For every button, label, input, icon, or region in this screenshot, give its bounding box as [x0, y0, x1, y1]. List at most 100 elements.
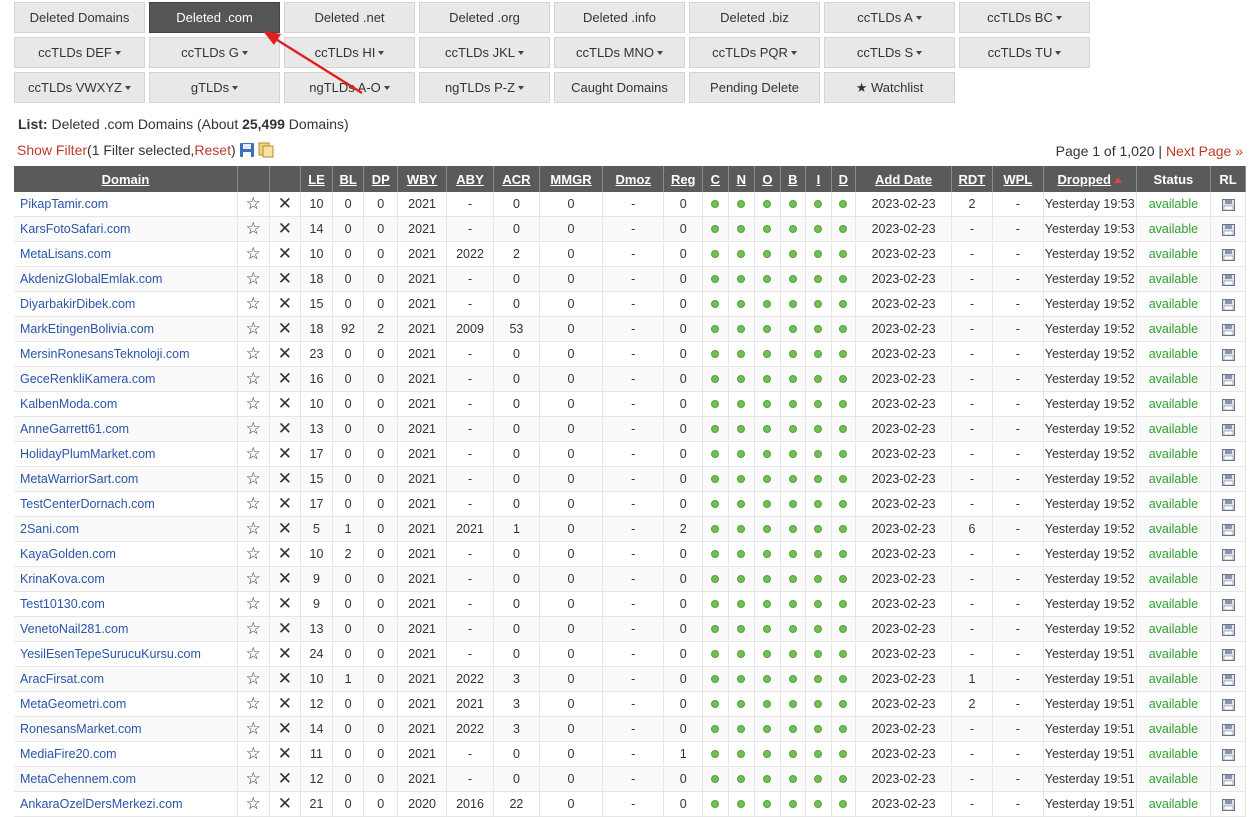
- star-outline-icon[interactable]: ☆: [246, 319, 261, 338]
- close-icon[interactable]: ✕: [278, 744, 292, 763]
- star-outline-icon[interactable]: ☆: [246, 419, 261, 438]
- floppy-icon[interactable]: [1221, 248, 1235, 261]
- close-icon[interactable]: ✕: [278, 444, 292, 463]
- tab-cctlds-def[interactable]: ccTLDs DEF: [14, 37, 145, 68]
- reset-filter-link[interactable]: Reset: [194, 142, 231, 158]
- floppy-icon[interactable]: [1221, 423, 1235, 436]
- domain-link[interactable]: HolidayPlumMarket.com: [14, 441, 238, 467]
- tab-deleted-com[interactable]: Deleted .com: [149, 2, 280, 33]
- floppy-icon[interactable]: [1221, 398, 1235, 411]
- floppy-icon[interactable]: [1221, 798, 1235, 811]
- floppy-icon[interactable]: [1221, 298, 1235, 311]
- tab-cctlds-mno[interactable]: ccTLDs MNO: [554, 37, 685, 68]
- floppy-icon[interactable]: [1221, 198, 1235, 211]
- domain-link[interactable]: KayaGolden.com: [14, 541, 238, 567]
- floppy-icon[interactable]: [1221, 623, 1235, 636]
- domain-link[interactable]: PikapTamir.com: [14, 192, 238, 217]
- floppy-icon[interactable]: [1221, 223, 1235, 236]
- star-outline-icon[interactable]: ☆: [246, 269, 261, 288]
- tab-deleted-net[interactable]: Deleted .net: [284, 2, 415, 33]
- domain-link[interactable]: AnkaraOzelDersMerkezi.com: [14, 791, 238, 817]
- star-outline-icon[interactable]: ☆: [246, 644, 261, 663]
- domain-link[interactable]: TestCenterDornach.com: [14, 491, 238, 517]
- col-header-le[interactable]: LE: [300, 166, 333, 192]
- tab-deleted-org[interactable]: Deleted .org: [419, 2, 550, 33]
- star-outline-icon[interactable]: ☆: [246, 369, 261, 388]
- tab-caught-domains[interactable]: Caught Domains: [554, 72, 685, 103]
- close-icon[interactable]: ✕: [278, 544, 292, 563]
- floppy-icon[interactable]: [1221, 648, 1235, 661]
- domain-link[interactable]: GeceRenkliKamera.com: [14, 366, 238, 392]
- close-icon[interactable]: ✕: [278, 294, 292, 313]
- save-icon[interactable]: [239, 142, 255, 158]
- close-icon[interactable]: ✕: [278, 319, 292, 338]
- floppy-icon[interactable]: [1221, 448, 1235, 461]
- close-icon[interactable]: ✕: [278, 669, 292, 688]
- tab-cctlds-vwxyz[interactable]: ccTLDs VWXYZ: [14, 72, 145, 103]
- floppy-icon[interactable]: [1221, 673, 1235, 686]
- domain-link[interactable]: MetaWarriorSart.com: [14, 466, 238, 492]
- tab-cctlds-s[interactable]: ccTLDs S: [824, 37, 955, 68]
- star-outline-icon[interactable]: ☆: [246, 694, 261, 713]
- domain-link[interactable]: AnneGarrett61.com: [14, 416, 238, 442]
- floppy-icon[interactable]: [1221, 748, 1235, 761]
- tab-cctlds-a[interactable]: ccTLDs A: [824, 2, 955, 33]
- star-outline-icon[interactable]: ☆: [246, 719, 261, 738]
- star-outline-icon[interactable]: ☆: [246, 344, 261, 363]
- close-icon[interactable]: ✕: [278, 519, 292, 538]
- tab-gtlds[interactable]: gTLDs: [149, 72, 280, 103]
- star-outline-icon[interactable]: ☆: [246, 569, 261, 588]
- floppy-icon[interactable]: [1221, 573, 1235, 586]
- floppy-icon[interactable]: [1221, 273, 1235, 286]
- tab-ngtlds-p-z[interactable]: ngTLDs P-Z: [419, 72, 550, 103]
- star-outline-icon[interactable]: ☆: [246, 594, 261, 613]
- close-icon[interactable]: ✕: [278, 619, 292, 638]
- col-header-o[interactable]: O: [754, 166, 781, 192]
- col-header-domain[interactable]: Domain: [14, 166, 238, 192]
- col-header-wby[interactable]: WBY: [397, 166, 448, 192]
- col-header-rdt[interactable]: RDT: [951, 166, 993, 192]
- close-icon[interactable]: ✕: [278, 469, 292, 488]
- floppy-icon[interactable]: [1221, 498, 1235, 511]
- tab-deleted-biz[interactable]: Deleted .biz: [689, 2, 820, 33]
- floppy-icon[interactable]: [1221, 548, 1235, 561]
- col-header-c[interactable]: C: [702, 166, 729, 192]
- close-icon[interactable]: ✕: [278, 769, 292, 788]
- floppy-icon[interactable]: [1221, 773, 1235, 786]
- tab-pending-delete[interactable]: Pending Delete: [689, 72, 820, 103]
- domain-link[interactable]: RonesansMarket.com: [14, 716, 238, 742]
- tab-cctlds-g[interactable]: ccTLDs G: [149, 37, 280, 68]
- close-icon[interactable]: ✕: [278, 494, 292, 513]
- domain-link[interactable]: MetaLisans.com: [14, 241, 238, 267]
- col-header-acr[interactable]: ACR: [493, 166, 540, 192]
- copy-icon[interactable]: [258, 142, 274, 158]
- domain-link[interactable]: AracFirsat.com: [14, 666, 238, 692]
- close-icon[interactable]: ✕: [278, 569, 292, 588]
- floppy-icon[interactable]: [1221, 723, 1235, 736]
- close-icon[interactable]: ✕: [278, 244, 292, 263]
- star-outline-icon[interactable]: ☆: [246, 519, 261, 538]
- star-outline-icon[interactable]: ☆: [246, 744, 261, 763]
- close-icon[interactable]: ✕: [278, 269, 292, 288]
- floppy-icon[interactable]: [1221, 598, 1235, 611]
- domain-link[interactable]: MersinRonesansTeknoloji.com: [14, 341, 238, 367]
- col-header-reg[interactable]: Reg: [663, 166, 704, 192]
- floppy-icon[interactable]: [1221, 473, 1235, 486]
- floppy-icon[interactable]: [1221, 698, 1235, 711]
- domain-link[interactable]: MediaFire20.com: [14, 741, 238, 767]
- col-header-i[interactable]: I: [805, 166, 832, 192]
- col-header-dropped[interactable]: Dropped: [1043, 166, 1137, 192]
- domain-link[interactable]: VenetoNail281.com: [14, 616, 238, 642]
- star-outline-icon[interactable]: ☆: [246, 669, 261, 688]
- col-header-mmgr[interactable]: MMGR: [539, 166, 604, 192]
- close-icon[interactable]: ✕: [278, 194, 292, 213]
- domain-link[interactable]: MetaCehennem.com: [14, 766, 238, 792]
- star-outline-icon[interactable]: ☆: [246, 219, 261, 238]
- close-icon[interactable]: ✕: [278, 219, 292, 238]
- close-icon[interactable]: ✕: [278, 394, 292, 413]
- show-filter-link[interactable]: Show Filter: [17, 142, 87, 158]
- star-outline-icon[interactable]: ☆: [246, 544, 261, 563]
- domain-link[interactable]: Test10130.com: [14, 591, 238, 617]
- domain-link[interactable]: MarkEtingenBolivia.com: [14, 316, 238, 342]
- floppy-icon[interactable]: [1221, 523, 1235, 536]
